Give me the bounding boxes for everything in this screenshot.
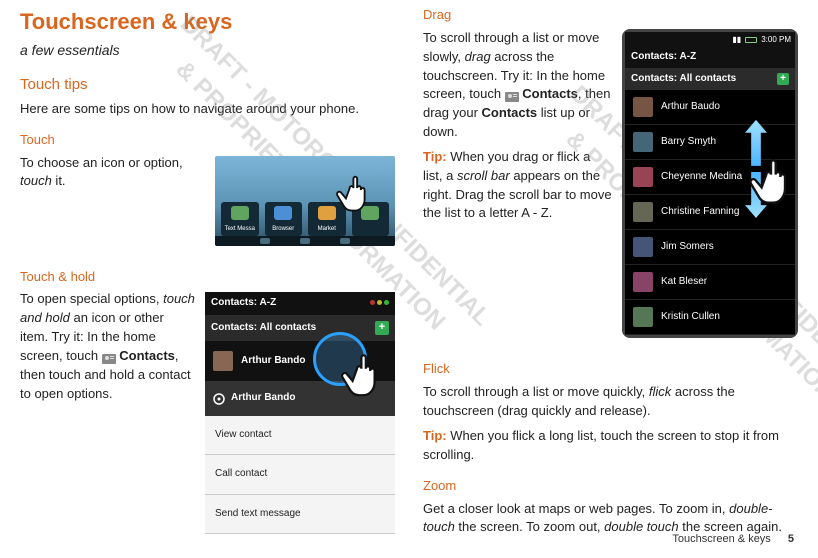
avatar-icon: [633, 237, 653, 257]
context-menu-item: Call contact: [205, 455, 395, 495]
list-item: Kat Bleser: [625, 265, 795, 300]
avatar-icon: [633, 307, 653, 327]
list-item: Kristin Cullen: [625, 300, 795, 335]
footer-label: Touchscreen & keys: [672, 533, 770, 545]
avatar-icon: [633, 272, 653, 292]
contacts-icon: [505, 89, 519, 101]
left-column: Touchscreen & keys a few essentials Touc…: [20, 6, 395, 544]
hand-icon: [743, 142, 813, 212]
signal-icon: ▮▮: [732, 34, 741, 46]
page-title: Touchscreen & keys: [20, 6, 395, 38]
status-bar: ▮▮ 3:00 PM: [625, 32, 795, 48]
plus-icon: +: [375, 321, 389, 335]
body-flick: To scroll through a list or move quickly…: [423, 383, 798, 421]
fig-drag-title: Contacts: A-Z: [625, 47, 795, 68]
contacts-icon: [102, 351, 116, 363]
avatar-icon: [633, 167, 653, 187]
figure-home-screen: Text Messa Browser Market: [215, 156, 395, 246]
heading-flick: Flick: [423, 360, 798, 379]
window-controls-icon: [368, 296, 389, 311]
fig-drag-subtitle: Contacts: All contacts: [631, 72, 736, 87]
body-touch-tips: Here are some tips on how to navigate ar…: [20, 100, 395, 119]
context-menu-item: View contact: [205, 416, 395, 456]
plus-icon: +: [777, 73, 789, 85]
hand-icon: [335, 338, 401, 404]
info-icon: [213, 393, 225, 405]
list-item: Jim Somers: [625, 230, 795, 265]
hand-icon: [331, 162, 387, 218]
tip-flick: Tip: When you flick a long list, touch t…: [423, 427, 798, 465]
avatar-icon: [213, 351, 233, 371]
avatar-icon: [633, 132, 653, 152]
body-touch: To choose an icon or option, touch it.: [20, 154, 205, 192]
page-footer: Touchscreen & keys 5: [672, 532, 794, 548]
app-icon-text: Text Messa: [221, 202, 259, 236]
heading-touch-tips: Touch tips: [20, 74, 395, 96]
figure-drag: ▮▮ 3:00 PM Contacts: A-Z Contacts: All c…: [622, 29, 798, 339]
page-subtitle: a few essentials: [20, 40, 395, 60]
fig-th-subtitle: Contacts: All contacts: [211, 321, 316, 336]
right-column: Drag ▮▮ 3:00 PM Contacts: A-Z Contacts: …: [423, 6, 798, 544]
avatar-icon: [633, 97, 653, 117]
app-icon-browser: Browser: [265, 202, 303, 236]
fig-th-title: Contacts: A-Z: [211, 296, 276, 311]
status-time: 3:00 PM: [761, 34, 791, 46]
heading-zoom: Zoom: [423, 477, 798, 496]
page-number: 5: [788, 533, 794, 545]
figure-touch-hold: Contacts: A-Z Contacts: All contacts+ Ar…: [205, 292, 395, 534]
heading-drag: Drag: [423, 6, 798, 25]
heading-touch-hold: Touch & hold: [20, 268, 395, 287]
context-menu-item: Send text message: [205, 495, 395, 535]
heading-touch: Touch: [20, 131, 395, 150]
battery-icon: [745, 37, 757, 43]
avatar-icon: [633, 202, 653, 222]
